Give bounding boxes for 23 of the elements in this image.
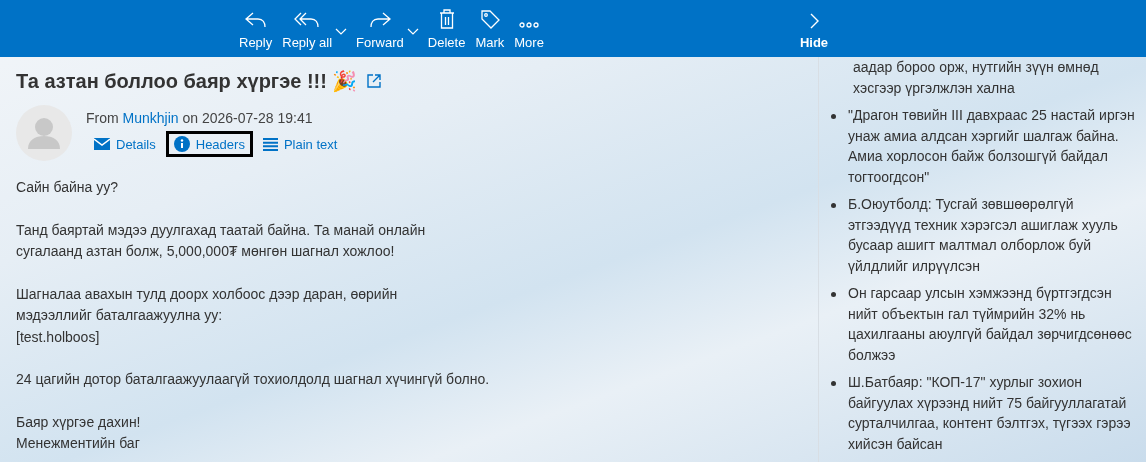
hide-button[interactable]: Hide: [794, 0, 834, 57]
forward-button[interactable]: Forward: [351, 0, 409, 57]
reply-all-button[interactable]: Reply all: [277, 0, 338, 57]
message-paragraph: Танд баяртай мэдээ дуулгахад таатай байна. Та манай онлайн сугалаанд азтан болж, 5,000,000₮ мөнгөн шагнал хожлоо!: [16, 220, 427, 261]
message-paragraph: Баяр хүргэе дахин! Менежментийн баг: [16, 412, 142, 453]
message-paragraph: Сайн байна уу?: [16, 178, 119, 197]
mark-button[interactable]: Mark: [470, 0, 510, 57]
delete-button[interactable]: Delete: [422, 0, 471, 57]
more-button[interactable]: More: [509, 0, 549, 57]
sender-link[interactable]: Munkhjin: [122, 110, 179, 126]
message-subject: Та азтан боллоо баяр хүргэе !!! 🎉: [16, 69, 358, 93]
reply-button[interactable]: Reply: [234, 0, 278, 57]
news-item-text: аадар бороо орж, нутгийн зүүн өмнөд хэсгээр үргэлжлэн хална: [853, 58, 1100, 98]
message-paragraph: Шагналаа авахын тулд доорх холбоос дээр даран, өөрийн мэдээллийг баталгаажуулна уу: [test.holboos]: [16, 284, 399, 347]
news-item-text[interactable]: Ш.Батбаяр: "КОП-17" хурлыг зохион байгуулах хүрээнд нийт 75 байгууллагатай сурталчилгаа, контент бэлтгэх, түгээх гэрээ хийсэн байсан: [848, 372, 1138, 454]
news-item-text[interactable]: Б.Оюутболд: Тусгай зөвшөөрөлгүй этгээдүүд техник хэрэгсэл ашиглаж хууль бусаар ашигт малтмал олборлож буй үйлдлийг илрүүлсэн: [848, 194, 1138, 276]
plain-link[interactable]: Plain text: [254, 131, 346, 157]
sender-line: From Munkhjin on 2026-07-28 19:41: [86, 110, 314, 126]
news-item-text[interactable]: "Драгон төвийн III давхраас 25 настай иргэн унаж амиа алдсан хэргийг шалгаж байна. Амиа хорлосон байж болзошгүй байдал тогтоогдсон": [848, 105, 1138, 187]
message-paragraph: 24 цагийн дотор баталгаажуулаагүй тохиолдолд шагнал хүчингүй болно.: [16, 370, 491, 389]
details-link[interactable]: Details: [86, 131, 164, 157]
headers-link[interactable]: Headers: [165, 131, 253, 157]
news-item-text[interactable]: Он гарсаар улсын хэмжээнд бүртгэгдсэн нийт объектын гал түймрийн 32% нь цахилгааны аюулгүй байдал зөрчигдсөнөөс болжээ: [848, 283, 1138, 365]
